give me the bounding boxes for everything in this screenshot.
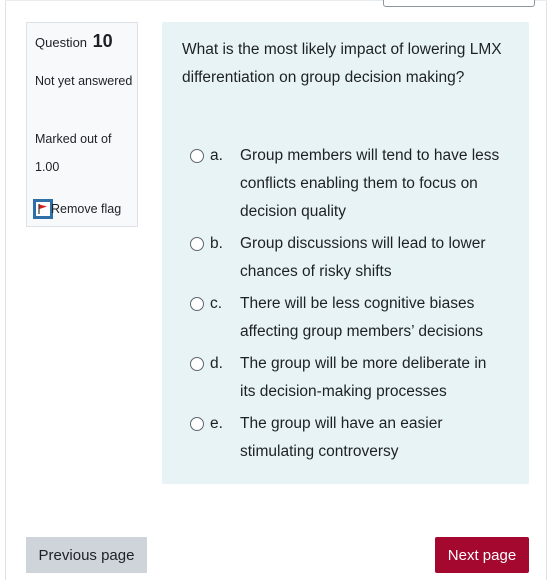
answer-text[interactable]: There will be less cognitive biases affe…	[240, 290, 505, 346]
radio-e[interactable]	[190, 417, 204, 431]
answer-letter: a.	[210, 147, 223, 164]
answer-option-d[interactable]: d. The group will be more deliberate in …	[190, 350, 520, 406]
radio-b[interactable]	[190, 237, 204, 251]
answer-text[interactable]: The group will be more deliberate in its…	[240, 350, 505, 406]
answer-option-a[interactable]: a. Group members will tend to have less …	[190, 142, 520, 226]
question-state: Not yet answered	[35, 74, 133, 88]
answer-option-c[interactable]: c. There will be less cognitive biases a…	[190, 290, 520, 346]
answer-text[interactable]: Group discussions will lead to lower cha…	[240, 230, 505, 286]
radio-c[interactable]	[190, 297, 204, 311]
answer-list: a. Group members will tend to have less …	[190, 142, 520, 470]
question-label: Question	[35, 35, 88, 50]
answer-letter: b.	[210, 235, 223, 252]
answer-option-e[interactable]: e. The group will have an easier stimula…	[190, 410, 520, 466]
answer-option-b[interactable]: b. Group discussions will lead to lower …	[190, 230, 520, 286]
question-info-panel: Question 10 Not yet answered Marked out …	[26, 22, 138, 227]
question-number: Question 10	[35, 31, 113, 52]
answer-letter: d.	[210, 355, 223, 372]
answer-letter: e.	[210, 415, 223, 432]
remove-flag-label[interactable]: Remove flag	[51, 202, 121, 216]
answer-text[interactable]: The group will have an easier stimulatin…	[240, 410, 505, 466]
flag-icon[interactable]	[33, 199, 53, 219]
next-page-button[interactable]: Next page	[435, 537, 529, 573]
top-control-edge	[383, 0, 535, 7]
answer-text[interactable]: Group members will tend to have less con…	[240, 142, 505, 226]
question-grade: Marked out of 1.00	[35, 132, 112, 174]
radio-d[interactable]	[190, 357, 204, 371]
radio-a[interactable]	[190, 149, 204, 163]
answer-letter: c.	[210, 295, 223, 312]
question-text: What is the most likely impact of loweri…	[182, 41, 502, 86]
previous-page-button[interactable]: Previous page	[26, 537, 147, 573]
question-formulation: What is the most likely impact of loweri…	[162, 22, 529, 484]
remove-flag-toggle[interactable]: Remove flag	[33, 198, 121, 220]
question-number-value: 10	[92, 31, 113, 51]
